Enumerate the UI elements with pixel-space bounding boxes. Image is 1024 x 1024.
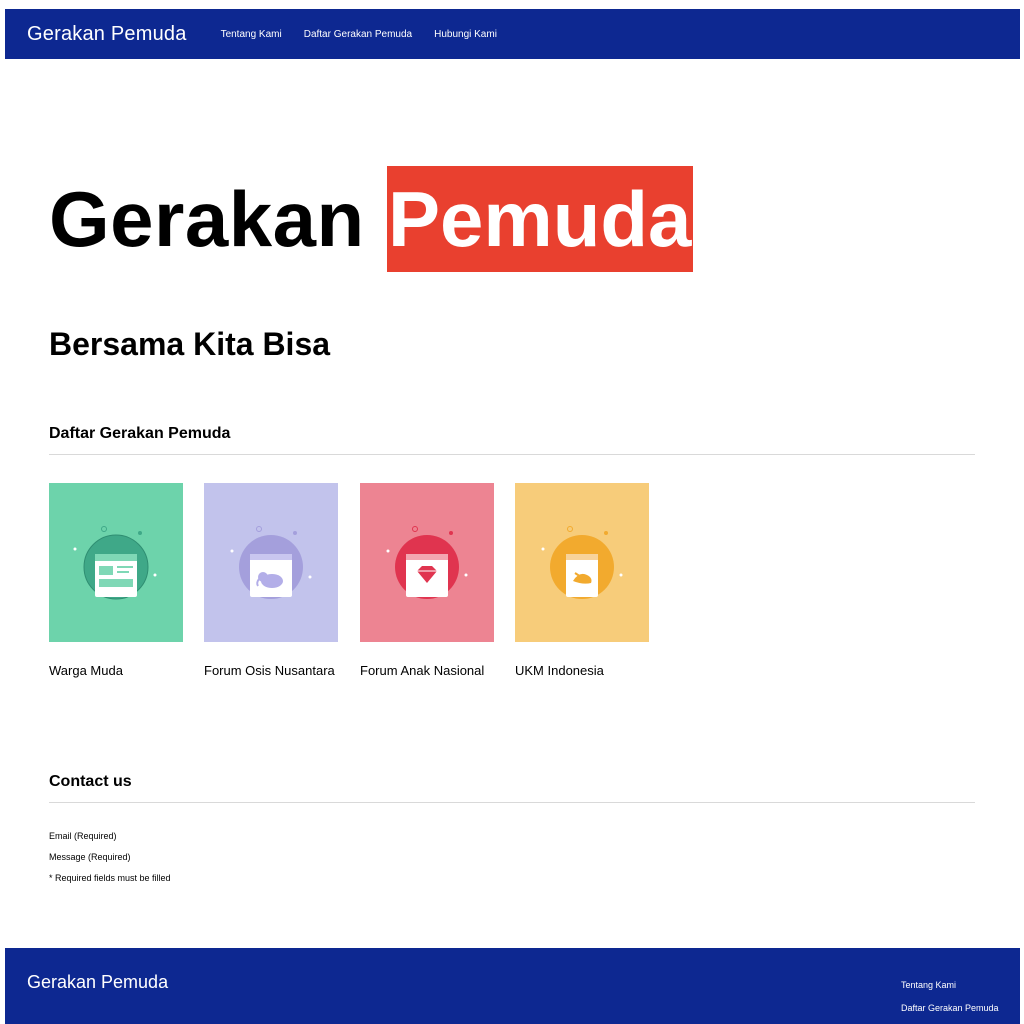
email-label: Email (Required) xyxy=(49,831,117,841)
hero-title-highlight: Pemuda xyxy=(386,166,693,272)
footer: Gerakan Pemuda Tentang Kami Daftar Gerak… xyxy=(5,948,1020,1024)
browser-window-icon xyxy=(73,526,157,600)
nav-link-hubungi-kami[interactable]: Hubungi Kami xyxy=(434,29,497,40)
card-label[interactable]: Warga Muda xyxy=(49,663,123,678)
card-label[interactable]: UKM Indonesia xyxy=(515,663,604,678)
hand-icon xyxy=(541,526,623,599)
elephant-icon xyxy=(230,526,312,599)
card-thumbnail[interactable] xyxy=(515,483,649,642)
required-note: * Required fields must be filled xyxy=(49,873,171,883)
movement-card-forum-anak[interactable]: Forum Anak Nasional xyxy=(360,483,494,678)
footer-link-tentang-kami[interactable]: Tentang Kami xyxy=(901,980,956,990)
hero-title: Gerakan Pemuda xyxy=(49,166,693,272)
footer-brand[interactable]: Gerakan Pemuda xyxy=(27,972,168,993)
message-label: Message (Required) xyxy=(49,852,131,862)
footer-link-daftar-gerakan[interactable]: Daftar Gerakan Pemuda xyxy=(901,1003,999,1013)
nav-brand[interactable]: Gerakan Pemuda xyxy=(27,23,187,46)
card-label[interactable]: Forum Osis Nusantara xyxy=(204,663,335,678)
diamond-icon xyxy=(386,526,468,599)
card-thumbnail[interactable] xyxy=(49,483,183,642)
movement-card-ukm[interactable]: UKM Indonesia xyxy=(515,483,649,678)
nav-link-tentang-kami[interactable]: Tentang Kami xyxy=(221,29,282,40)
contact-section-title: Contact us xyxy=(49,773,132,790)
movement-card-forum-osis[interactable]: Forum Osis Nusantara xyxy=(204,483,338,678)
movements-section-title: Daftar Gerakan Pemuda xyxy=(49,425,231,442)
movement-card-warga-muda[interactable]: Warga Muda xyxy=(49,483,183,678)
card-label[interactable]: Forum Anak Nasional xyxy=(360,663,484,678)
card-thumbnail[interactable] xyxy=(204,483,338,642)
movements-divider xyxy=(49,454,975,455)
nav-link-daftar-gerakan[interactable]: Daftar Gerakan Pemuda xyxy=(304,29,412,40)
hero-tagline: Bersama Kita Bisa xyxy=(49,326,331,362)
card-thumbnail[interactable] xyxy=(360,483,494,642)
contact-divider xyxy=(49,802,975,803)
top-navbar: Gerakan Pemuda Tentang Kami Daftar Gerak… xyxy=(5,9,1020,59)
hero-title-plain: Gerakan xyxy=(49,175,365,263)
